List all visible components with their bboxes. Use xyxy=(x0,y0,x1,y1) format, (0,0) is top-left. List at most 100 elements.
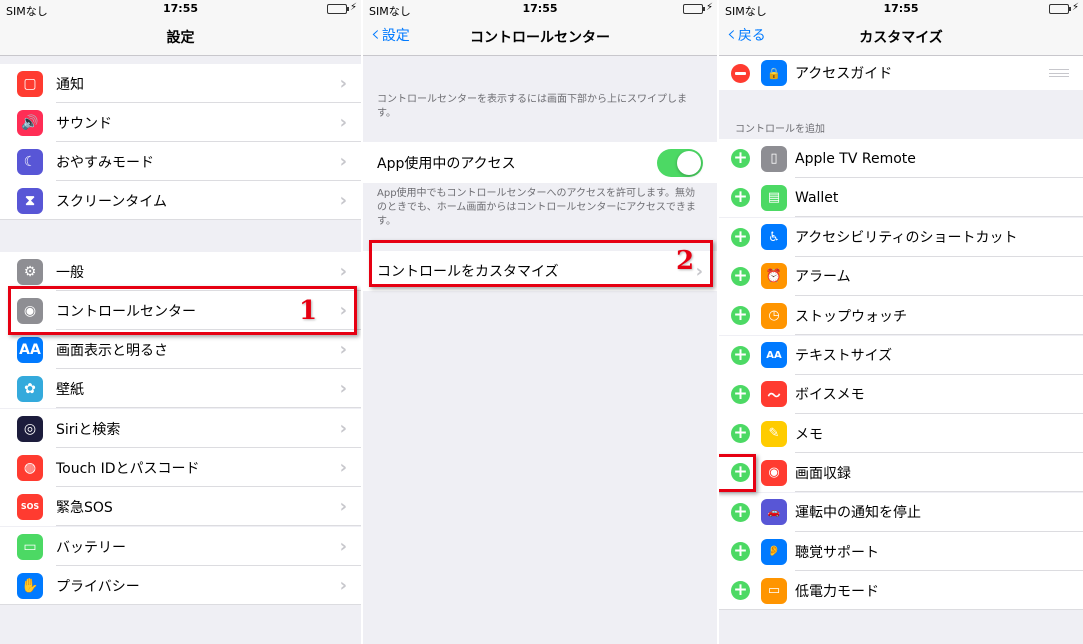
settings-row[interactable]: ◎ Siriと検索 › xyxy=(0,409,361,448)
add-control-label: テキストサイズ xyxy=(795,348,893,364)
app-access-note: App使用中でもコントロールセンターへのアクセスを許可します。無効のときでも、ホ… xyxy=(377,188,696,227)
add-control-label: 聴覚サポート xyxy=(795,544,879,561)
add-control-label: Wallet xyxy=(795,189,839,206)
text-size-icon: AA xyxy=(17,336,43,363)
add-button[interactable]: + xyxy=(731,502,750,522)
add-button[interactable]: + xyxy=(731,424,750,444)
add-control-row: + ▤ Wallet xyxy=(719,178,1083,218)
add-control-row: + ⏰ アラーム xyxy=(719,256,1083,296)
fingerprint-icon: ◍ xyxy=(17,454,43,481)
add-control-label: 画面収録 xyxy=(795,465,851,482)
chevron-right-icon: › xyxy=(339,112,347,133)
moon-icon: ☾ xyxy=(17,148,43,175)
add-button[interactable]: + xyxy=(731,581,750,601)
chevron-right-icon: › xyxy=(339,536,347,557)
add-button[interactable]: + xyxy=(731,227,750,247)
sound-icon: 🔊 xyxy=(17,109,43,136)
status-bar: SIMなし 17:55 ⚡ xyxy=(363,0,717,18)
flower-icon: ✿ xyxy=(17,375,43,402)
add-button[interactable]: + xyxy=(731,266,750,286)
stopwatch-icon: ◷ xyxy=(761,302,787,329)
siri-icon: ◎ xyxy=(17,415,43,442)
add-button[interactable]: + xyxy=(731,542,750,561)
add-control-label: ボイスメモ xyxy=(795,387,865,404)
add-button[interactable]: + xyxy=(731,384,750,404)
remote-icon: ▯ xyxy=(761,145,787,172)
add-control-label: 低電力モード xyxy=(795,583,879,600)
guided-access-icon: 🔒 xyxy=(761,60,787,86)
charging-icon: ⚡ xyxy=(705,2,713,13)
battery-icon xyxy=(1049,4,1071,14)
settings-row-label: 緊急SOS xyxy=(56,499,113,516)
highlight-box-2 xyxy=(369,240,713,287)
navbar: 設定 xyxy=(0,18,361,56)
reorder-handle-icon[interactable] xyxy=(1049,69,1069,77)
control-center-panel: SIMなし 17:55 ⚡ ‹ 設定 コントロールセンター コントロールセンター… xyxy=(363,0,717,644)
settings-panel: SIMなし 17:55 ⚡ 設定 ▢ 通知 › 🔊 サウンド › ☾ おやすみモード › ⧗ スクリ… xyxy=(0,0,361,644)
intro-note: コントロールセンターを表示するには画面下部から上にスワイプします。 xyxy=(377,94,687,119)
settings-row-label: 画面表示と明るさ xyxy=(56,342,168,359)
add-control-row: + 🚗 運転中の通知を停止 xyxy=(719,492,1083,532)
low-power-icon: ▭ xyxy=(761,577,787,604)
chevron-right-icon: › xyxy=(339,339,347,360)
add-button[interactable]: + xyxy=(731,188,750,208)
add-control-row: + 〜ボイスメモ xyxy=(719,374,1083,414)
settings-row[interactable]: ▭ バッテリー › xyxy=(0,527,361,566)
add-control-row: + ▯ Apple TV Remote xyxy=(719,139,1083,178)
add-control-row: + AA テキストサイズ xyxy=(719,335,1083,375)
settings-row-label: Touch IDとパスコード xyxy=(56,460,200,477)
settings-row[interactable]: SOS 緊急SOS › xyxy=(0,487,361,526)
settings-row-label: 一般 xyxy=(56,264,84,281)
settings-row-label: 壁紙 xyxy=(56,381,84,398)
alarm-icon: ⏰ xyxy=(761,263,787,290)
text-size-icon: AA xyxy=(761,342,787,368)
settings-row[interactable]: ▢ 通知 › xyxy=(0,64,361,103)
navbar: ‹ 設定 コントロールセンター xyxy=(363,18,717,56)
section-header: コントロールを追加 xyxy=(735,124,825,135)
chevron-right-icon: › xyxy=(339,457,347,478)
settings-row[interactable]: AA 画面表示と明るさ › xyxy=(0,330,361,369)
chevron-right-icon: › xyxy=(339,73,347,94)
accessibility-icon: ♿ xyxy=(761,224,787,251)
battery-icon: ▭ xyxy=(17,533,43,560)
notifications-icon: ▢ xyxy=(17,70,43,97)
settings-row[interactable]: ✋ プライバシー › xyxy=(0,566,361,605)
customize-panel: SIMなし 17:55 ⚡ ‹ 戻る カスタマイズ 🔒 アクセスガイド コントロ… xyxy=(719,0,1083,644)
voice-memo-icon: 〜 xyxy=(761,381,787,408)
status-bar: SIMなし 17:55 ⚡ xyxy=(719,0,1083,18)
status-time: 17:55 xyxy=(522,2,558,15)
chevron-right-icon: › xyxy=(339,378,347,399)
highlight-box-3 xyxy=(719,454,756,492)
record-icon: ◉ xyxy=(761,459,787,486)
gear-icon: ⚙ xyxy=(17,258,43,285)
wallet-icon: ▤ xyxy=(761,184,787,211)
notes-icon: ✎ xyxy=(761,420,787,447)
included-control-label: アクセスガイド xyxy=(795,66,893,82)
add-button[interactable]: + xyxy=(731,345,750,365)
page-title: カスタマイズ xyxy=(859,30,943,46)
add-control-label: メモ xyxy=(795,426,823,443)
status-bar: SIMなし 17:55 ⚡ xyxy=(0,0,361,18)
app-access-toggle[interactable] xyxy=(657,148,703,177)
charging-icon: ⚡ xyxy=(1071,2,1079,13)
settings-row[interactable]: ☾ おやすみモード › xyxy=(0,142,361,181)
page-title: 設定 xyxy=(166,30,195,46)
settings-row[interactable]: ⧗ スクリーンタイム › xyxy=(0,181,361,220)
add-button[interactable]: + xyxy=(731,149,750,168)
add-control-label: 運転中の通知を停止 xyxy=(795,505,921,522)
chevron-right-icon: › xyxy=(339,418,347,439)
settings-row-label: サウンド xyxy=(56,115,112,132)
remove-button[interactable] xyxy=(731,63,750,83)
chevron-right-icon: › xyxy=(339,190,347,211)
included-control-row: 🔒 アクセスガイド xyxy=(719,56,1083,90)
add-button[interactable]: + xyxy=(731,306,750,326)
app-access-row: App使用中のアクセス xyxy=(363,142,717,183)
settings-row-label: スクリーンタイム xyxy=(56,193,168,210)
settings-row-label: Siriと検索 xyxy=(56,421,121,438)
settings-row[interactable]: ◍ Touch IDとパスコード › xyxy=(0,448,361,487)
settings-row[interactable]: 🔊 サウンド › xyxy=(0,103,361,142)
settings-row[interactable]: ✿ 壁紙 › xyxy=(0,369,361,408)
status-time: 17:55 xyxy=(162,2,198,15)
add-control-label: ストップウォッチ xyxy=(795,308,907,325)
add-control-row: + 👂 聴覚サポート xyxy=(719,532,1083,571)
